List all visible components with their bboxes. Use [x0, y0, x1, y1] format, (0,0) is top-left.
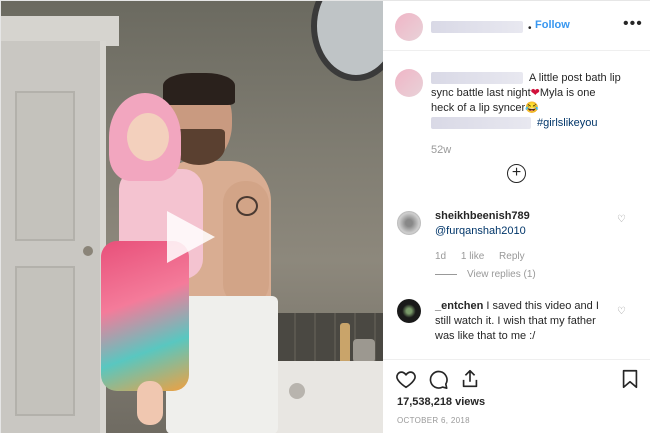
caption-hashtag[interactable]: #girlslikeyou: [537, 117, 598, 129]
share-icon[interactable]: [459, 368, 481, 390]
baby-leg: [137, 381, 163, 425]
view-replies-button[interactable]: View replies (1): [435, 269, 536, 280]
comment-1: sheikhbeenish789 @furqanshah2010: [435, 209, 615, 239]
comment-text-2: still watch it. I wish that my father: [435, 315, 596, 327]
background-bottle: [340, 323, 350, 365]
background-tub: [271, 361, 383, 433]
comment-time: 1d: [435, 251, 447, 262]
instagram-post: • Follow ••• A little post bath lip sync…: [0, 0, 650, 433]
heart-icon[interactable]: [395, 368, 417, 390]
view-replies-label: View replies (1): [467, 269, 536, 280]
bookmark-icon[interactable]: [619, 368, 641, 390]
caption-line-3: heck of a lip syncer: [431, 102, 526, 114]
post-date[interactable]: OCTOBER 6, 2018: [397, 416, 470, 425]
background-tub-drain: [289, 383, 305, 399]
caption-line-2b: Myla is one: [539, 87, 596, 99]
background-faucet: [353, 339, 375, 363]
post-video[interactable]: [1, 1, 383, 433]
heart-emoji-icon: ❤: [530, 87, 540, 99]
comment-like-icon[interactable]: ♡: [617, 214, 626, 225]
person-hair: [163, 73, 235, 105]
more-options-icon[interactable]: •••: [623, 15, 643, 33]
post-time-ago: 52w: [431, 144, 452, 156]
action-bar: [383, 359, 650, 395]
comment-like-icon[interactable]: ♡: [617, 306, 626, 317]
comment-mention[interactable]: @furqanshah2010: [435, 225, 526, 237]
comment-icon[interactable]: [427, 368, 449, 390]
baby-towel: [101, 241, 189, 391]
baby-face: [127, 113, 169, 161]
author-username[interactable]: [431, 21, 523, 33]
post-panel: • Follow ••• A little post bath lip sync…: [383, 1, 650, 433]
separator-dot: •: [528, 23, 532, 34]
comment-username[interactable]: _entchen: [435, 300, 483, 312]
follow-button[interactable]: Follow: [535, 19, 570, 31]
caption-line-2: sync battle last night: [431, 87, 531, 99]
comment-text-3: was like that to me :/: [435, 330, 536, 342]
background-mirror: [311, 1, 383, 81]
comment-text-1: I saved this video and I: [486, 300, 599, 312]
post-header: • Follow •••: [383, 1, 650, 51]
play-icon[interactable]: [167, 211, 215, 263]
comment-reply-button[interactable]: Reply: [499, 251, 525, 262]
tattoo: [236, 196, 258, 216]
comment-meta: 1d 1 like Reply: [435, 251, 537, 262]
load-more-comments-button[interactable]: +: [507, 164, 526, 183]
post-caption: A little post bath lip sync battle last …: [431, 71, 641, 131]
caption-line-1: A little post bath lip: [529, 72, 621, 84]
comment-likes-count[interactable]: 1 like: [461, 251, 484, 262]
comment-username[interactable]: sheikhbeenish789: [435, 210, 530, 222]
comment-avatar[interactable]: [397, 299, 421, 323]
caption-author-avatar[interactable]: [395, 69, 423, 97]
comment-2: _entchen I saved this video and I still …: [435, 299, 615, 344]
comment-avatar[interactable]: [397, 211, 421, 235]
background-door: [1, 41, 106, 433]
view-count[interactable]: 17,538,218 views: [397, 396, 485, 408]
laughing-emoji-icon: 😂: [525, 102, 539, 114]
author-avatar[interactable]: [395, 13, 423, 41]
